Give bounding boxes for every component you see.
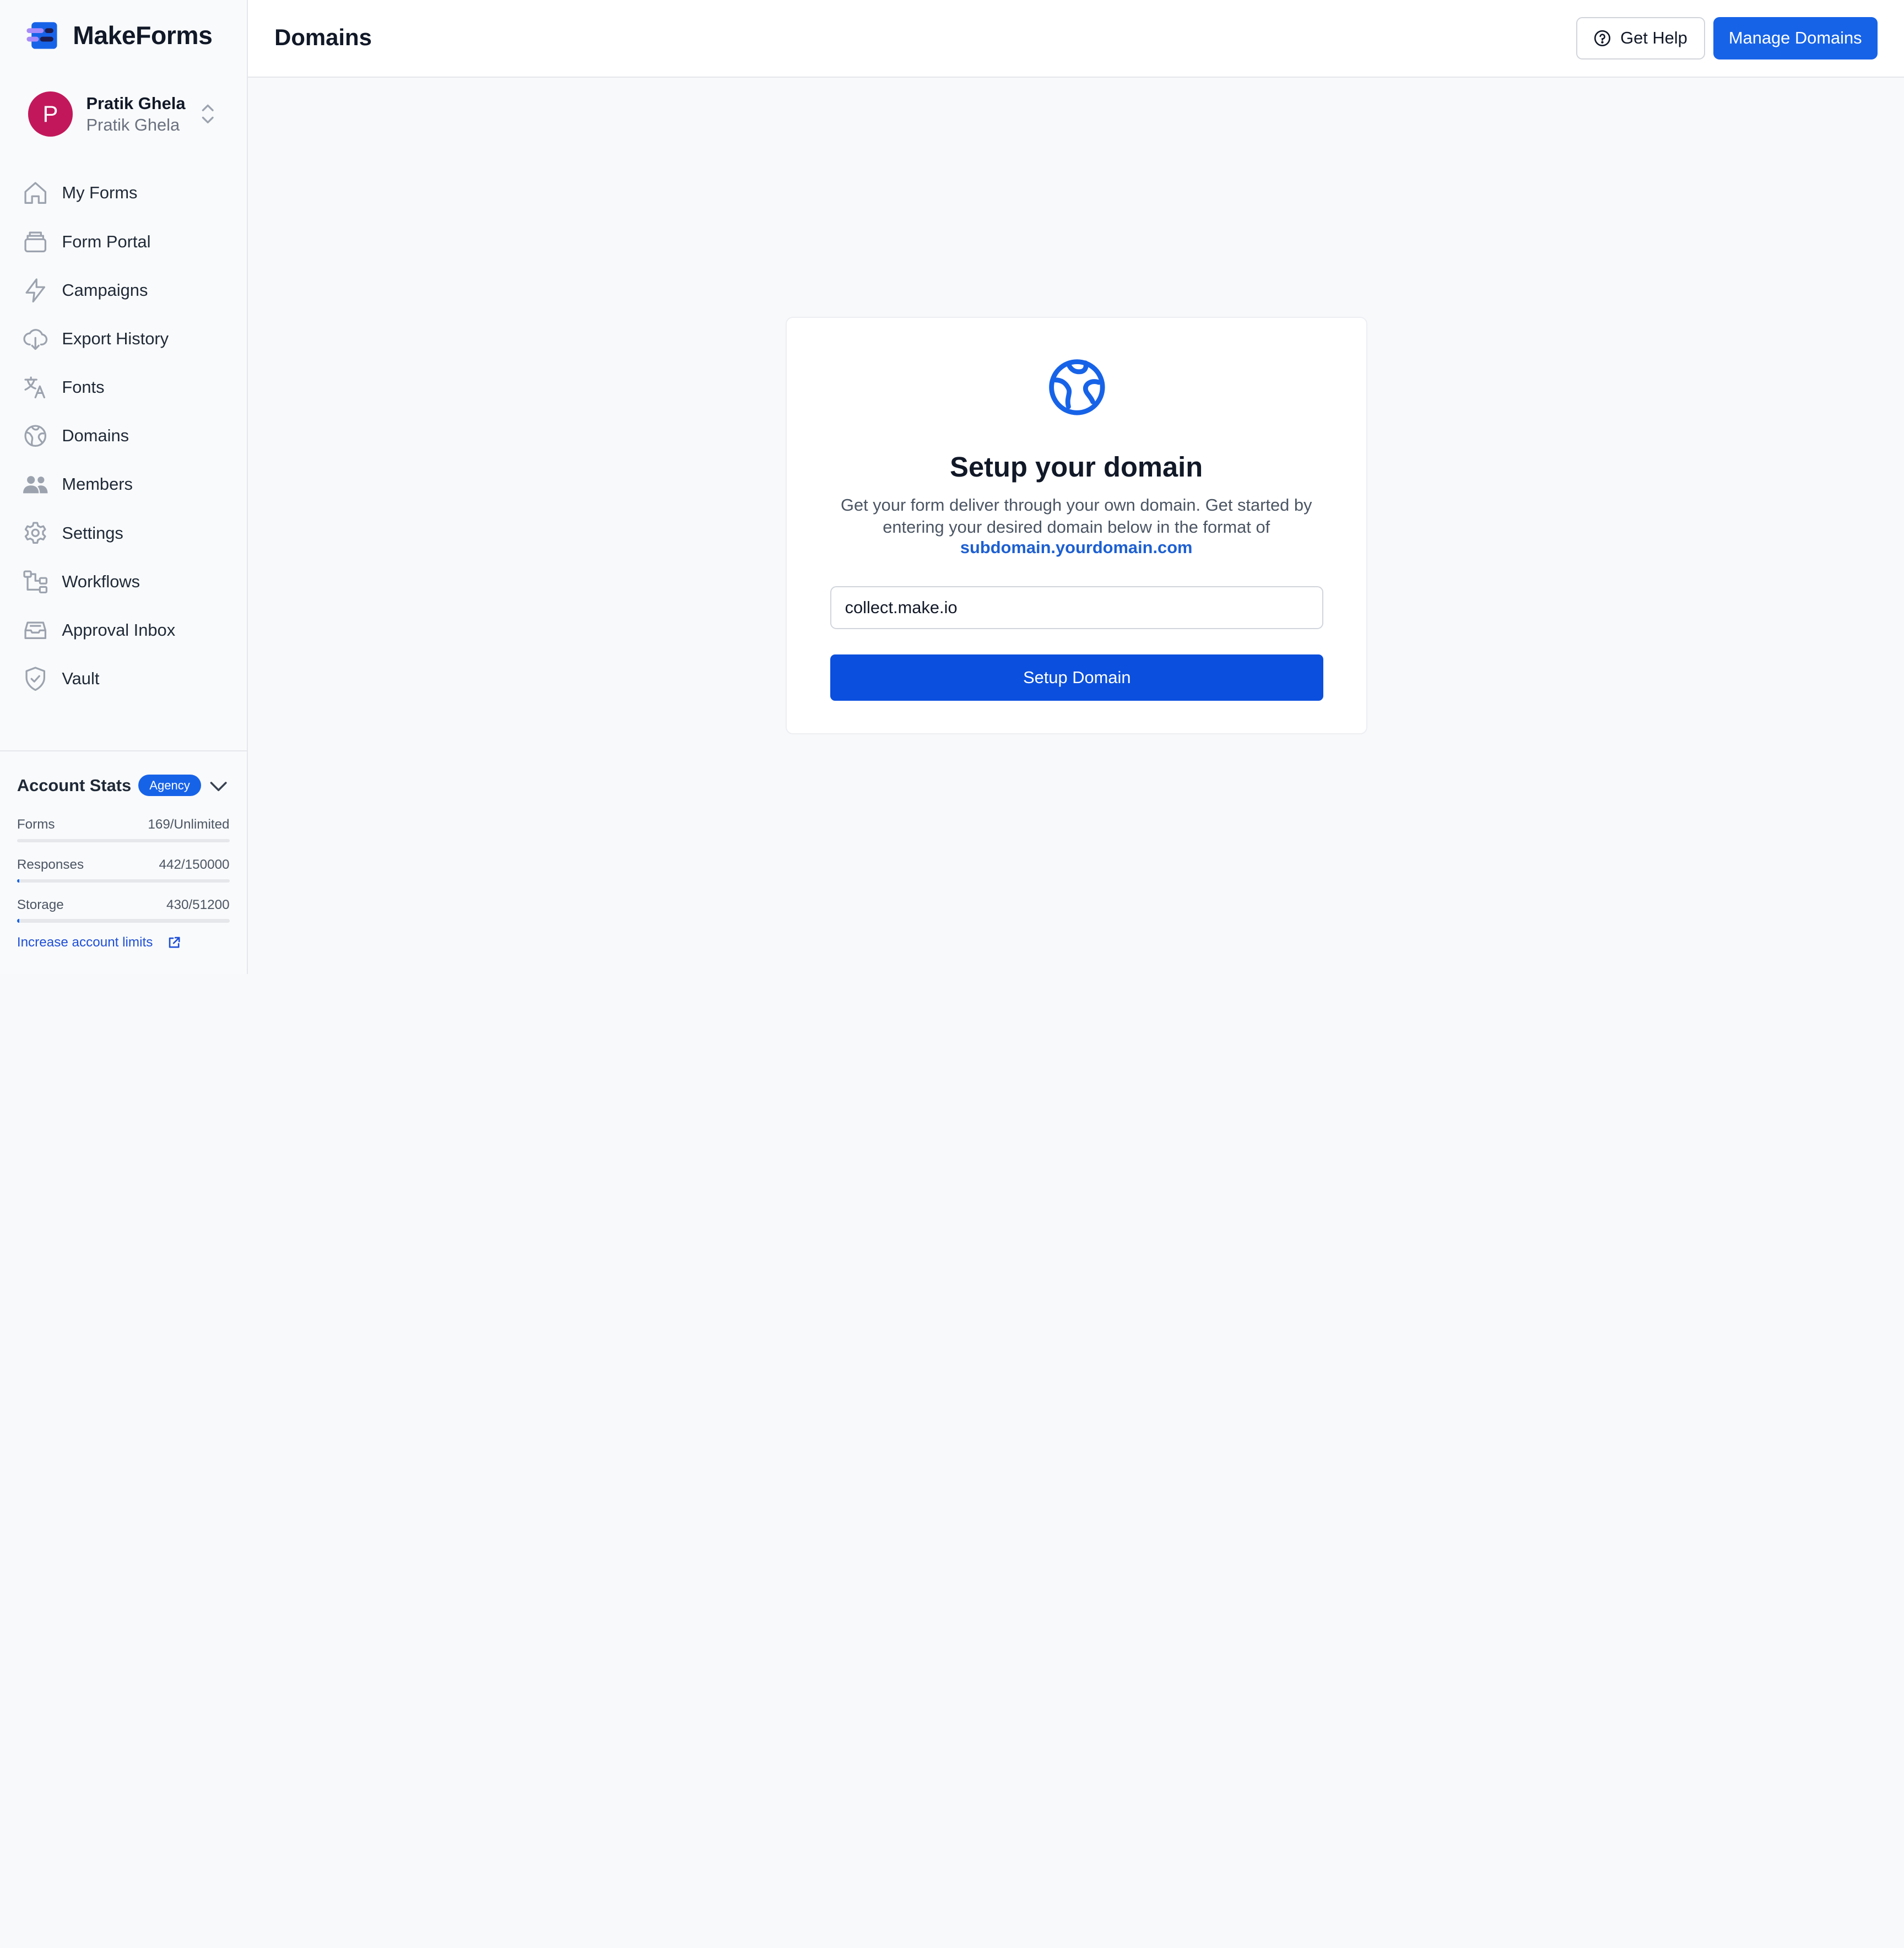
stat-value: 169/Unlimited: [148, 817, 230, 832]
sidebar-item-label: Fonts: [62, 377, 105, 397]
increase-limits-link[interactable]: Increase account limits: [17, 935, 181, 950]
setup-description: Get your form deliver through your own d…: [840, 495, 1312, 537]
sidebar-item-label: Approval Inbox: [62, 620, 176, 640]
setup-domain-card: Setup your domain Get your form deliver …: [786, 317, 1367, 735]
logo[interactable]: MakeForms: [24, 20, 213, 50]
inbox-icon: [24, 621, 46, 639]
top-bar: Domains Get Help Manage Domains: [247, 0, 1904, 78]
setup-domain-button[interactable]: Setup Domain: [830, 654, 1324, 701]
external-link-icon: [169, 937, 180, 948]
sidebar-item-settings[interactable]: Settings: [19, 508, 238, 557]
account-switcher[interactable]: P Pratik Ghela Pratik Ghela: [28, 91, 223, 137]
plan-badge: Agency: [138, 775, 201, 797]
account-stats-title: Account Stats: [17, 775, 132, 795]
stat-value: 430/51200: [166, 897, 230, 912]
stat-label: Forms: [17, 817, 55, 832]
workflow-icon: [23, 570, 47, 594]
main-content: Domains Get Help Manage Domains Setup yo…: [247, 0, 1904, 974]
chevron-up-down-icon: [202, 105, 214, 124]
account-names: Pratik Ghela Pratik Ghela: [86, 93, 185, 136]
translate-icon: [24, 376, 45, 398]
sidebar-item-export-history[interactable]: Export History: [19, 315, 238, 363]
stat-progress-fill: [17, 879, 19, 883]
home-icon: [24, 182, 46, 204]
sidebar-item-label: Campaigns: [62, 280, 148, 300]
sidebar-item-campaigns[interactable]: Campaigns: [19, 266, 238, 315]
stat-label: Responses: [17, 857, 84, 872]
stat-value: 442/150000: [159, 857, 230, 872]
chevron-down-icon[interactable]: [209, 777, 228, 796]
sidebar-item-label: Settings: [62, 523, 123, 543]
makeforms-logo-icon: [26, 22, 57, 49]
page-title: Domains: [274, 24, 372, 51]
get-help-label: Get Help: [1620, 28, 1687, 48]
sidebar-item-vault[interactable]: Vault: [19, 654, 238, 703]
sidebar-item-domains[interactable]: Domains: [19, 412, 238, 460]
account-stats: Account Stats Agency Forms 169/Unlimited…: [0, 750, 248, 974]
sidebar-item-label: Domains: [62, 426, 129, 446]
stat-progress-bar: [17, 919, 230, 923]
sidebar-item-approval-inbox[interactable]: Approval Inbox: [19, 606, 238, 654]
globe-icon: [1049, 359, 1105, 415]
sidebar-item-label: Vault: [62, 669, 100, 688]
account-workspace: Pratik Ghela: [86, 115, 180, 135]
sidebar-item-label: Form Portal: [62, 231, 151, 251]
sidebar-item-my-forms[interactable]: My Forms: [19, 169, 238, 217]
domain-format-example: subdomain.yourdomain.com: [960, 538, 1193, 558]
setup-title: Setup your domain: [950, 451, 1203, 483]
cloud-download-icon: [23, 328, 47, 350]
sidebar-item-workflows[interactable]: Workflows: [19, 558, 238, 606]
avatar: P: [28, 91, 73, 137]
globe-icon: [24, 425, 46, 447]
sidebar-item-members[interactable]: Members: [19, 460, 238, 508]
stat-label: Storage: [17, 897, 64, 912]
sidebar-item-label: Members: [62, 474, 133, 494]
shield-icon: [25, 667, 45, 691]
increase-limits-label: Increase account limits: [17, 934, 153, 950]
get-help-button[interactable]: Get Help: [1576, 17, 1705, 59]
account-name: Pratik Ghela: [86, 93, 186, 113]
app-root: MakeForms P Pratik Ghela Pratik Ghela My…: [0, 0, 1904, 974]
account-stats-header: Account Stats Agency: [17, 775, 201, 797]
portal-icon: [24, 231, 46, 253]
gear-icon: [24, 522, 46, 544]
sidebar-item-label: My Forms: [62, 183, 138, 203]
help-circle-icon: [1594, 30, 1610, 46]
sidebar-item-fonts[interactable]: Fonts: [19, 363, 238, 412]
sidebar-item-form-portal[interactable]: Form Portal: [19, 218, 238, 266]
sidebar: MakeForms P Pratik Ghela Pratik Ghela My…: [0, 0, 248, 974]
users-icon: [23, 476, 48, 494]
sidebar-item-label: Export History: [62, 328, 169, 348]
stat-progress-bar: [17, 838, 230, 843]
lightning-icon: [25, 278, 45, 302]
sidebar-nav: My Forms Form Portal Campaigns Export Hi…: [19, 169, 238, 703]
stat-progress-fill: [17, 919, 19, 923]
domain-input[interactable]: [830, 586, 1324, 629]
stat-progress-bar: [17, 879, 230, 883]
app-name: MakeForms: [73, 21, 213, 50]
sidebar-item-label: Workflows: [62, 571, 140, 591]
manage-domains-button[interactable]: Manage Domains: [1713, 17, 1878, 59]
